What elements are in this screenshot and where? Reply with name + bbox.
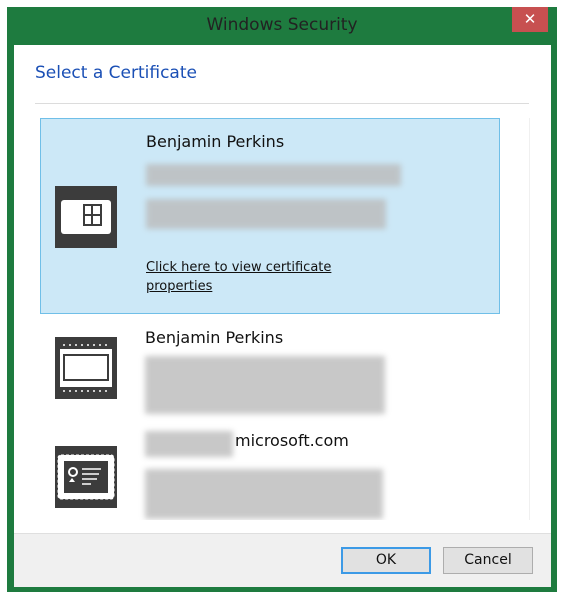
certificate-icon: [55, 446, 117, 508]
certificate-list: Benjamin Perkins Click here to view cert…: [40, 118, 530, 520]
redacted-text: [146, 199, 386, 229]
smart-card-icon: [55, 186, 117, 248]
redacted-text: [145, 356, 385, 414]
certificate-item[interactable]: Benjamin Perkins Click here to view cert…: [40, 118, 500, 314]
certificate-item[interactable]: Benjamin Perkins: [40, 318, 500, 418]
scrollbar[interactable]: ˄: [529, 118, 530, 520]
chip-card-icon: [55, 337, 117, 399]
dialog-footer: OK Cancel: [14, 533, 551, 587]
redacted-text: [145, 431, 233, 457]
cancel-button[interactable]: Cancel: [443, 547, 533, 574]
dialog-window: Windows Security ✕ Select a Certificate …: [7, 7, 557, 592]
window-title: Windows Security: [206, 15, 358, 35]
redacted-text: [145, 469, 383, 519]
certificate-name: Benjamin Perkins: [145, 328, 284, 347]
ok-button[interactable]: OK: [341, 547, 431, 574]
close-button[interactable]: ✕: [512, 7, 548, 32]
redacted-text: [146, 164, 401, 186]
certificate-name: Benjamin Perkins: [146, 132, 285, 151]
certificate-item[interactable]: microsoft.com: [40, 423, 500, 520]
divider: [35, 103, 529, 104]
view-properties-link[interactable]: Click here to view certificate propertie…: [146, 258, 346, 296]
dialog-client: Select a Certificate Benjamin Perkins Cl…: [14, 45, 551, 587]
dialog-heading: Select a Certificate: [35, 63, 197, 83]
scroll-up-arrow-icon[interactable]: ˄: [529, 120, 530, 131]
certificate-name: microsoft.com: [235, 431, 349, 450]
